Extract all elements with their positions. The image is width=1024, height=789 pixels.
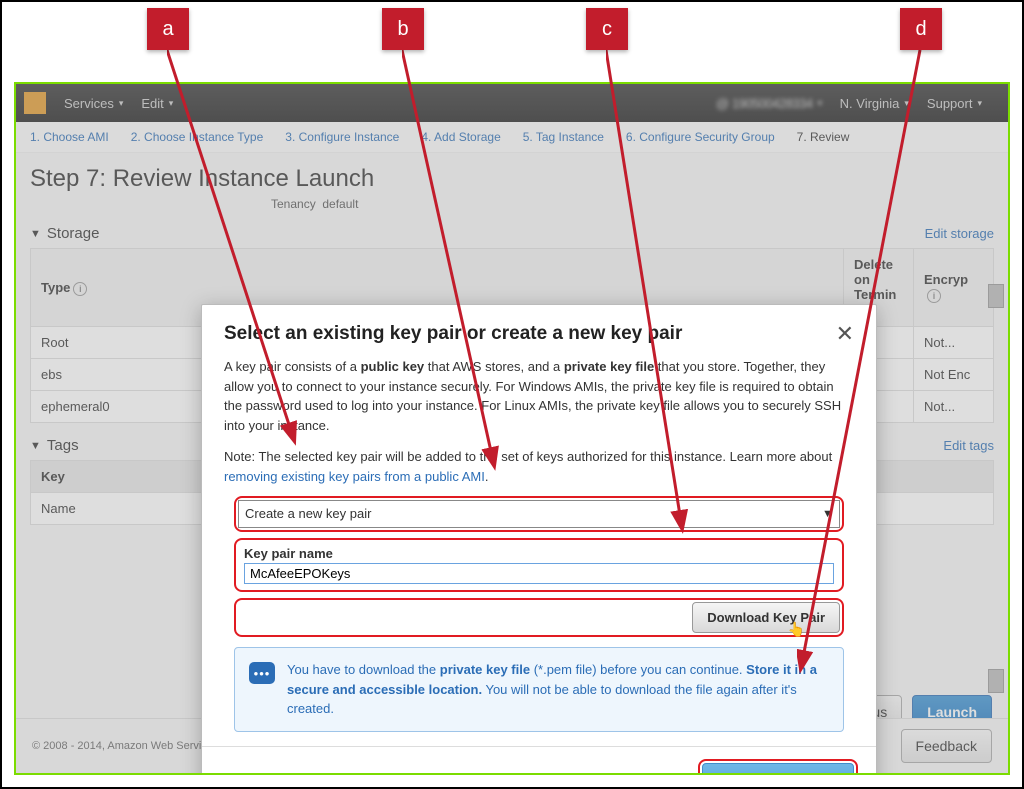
wizard-step-4[interactable]: 4. Add Storage	[421, 130, 500, 144]
cancel-link[interactable]: Cancel	[638, 772, 682, 776]
info-icon[interactable]: i	[73, 282, 87, 296]
wizard-step-2[interactable]: 2. Choose Instance Type	[131, 130, 264, 144]
cursor-icon: 👆	[788, 621, 805, 638]
edit-menu[interactable]: Edit▾	[141, 96, 173, 111]
feedback-button[interactable]: Feedback	[901, 729, 992, 763]
modal-title: Select an existing key pair or create a …	[224, 323, 682, 345]
wizard-step-7[interactable]: 7. Review	[797, 130, 850, 144]
annotation-marker-a: a	[147, 8, 189, 50]
wizard-step-6[interactable]: 6. Configure Security Group	[626, 130, 775, 144]
info-icon[interactable]: i	[927, 289, 941, 303]
global-nav: Services▾ Edit▾ @ 190500428334▾ N. Virgi…	[16, 84, 1008, 122]
dropdown-value: Create a new key pair	[245, 504, 371, 524]
edit-storage-link[interactable]: Edit storage	[925, 226, 994, 241]
annotation-marker-b: b	[382, 8, 424, 50]
region-menu[interactable]: N. Virginia▾	[840, 96, 909, 111]
aws-logo-icon[interactable]	[24, 92, 46, 114]
keypair-mode-dropdown[interactable]: Create a new key pair ▼	[238, 500, 840, 528]
modal-note: Note: The selected key pair will be adde…	[224, 447, 854, 486]
wizard-step-5[interactable]: 5. Tag Instance	[523, 130, 604, 144]
col-encrypt: Encrypi	[914, 249, 994, 327]
keypair-name-input[interactable]	[244, 563, 834, 584]
vertical-scrollbar[interactable]	[988, 284, 1004, 693]
download-warning-info: ••• You have to download the private key…	[234, 647, 844, 732]
launch-instances-button[interactable]: Launch Instances	[702, 763, 854, 776]
modal-description: A key pair consists of a public key that…	[224, 357, 854, 435]
chevron-down-icon: ▼	[822, 506, 833, 523]
chat-bubble-icon: •••	[249, 662, 275, 684]
wizard-steps: 1. Choose AMI 2. Choose Instance Type 3.…	[16, 122, 1008, 153]
close-icon[interactable]: ✕	[836, 321, 854, 347]
page-title: Step 7: Review Instance Launch	[16, 153, 1008, 197]
storage-heading[interactable]: ▼Storage	[30, 225, 99, 242]
annotation-marker-d: d	[900, 8, 942, 50]
edit-tags-link[interactable]: Edit tags	[943, 438, 994, 453]
keypair-modal: Select an existing key pair or create a …	[201, 304, 877, 775]
annotation-marker-c: c	[586, 8, 628, 50]
download-keypair-button[interactable]: Download Key Pair 👆	[692, 602, 840, 633]
wizard-step-1[interactable]: 1. Choose AMI	[30, 130, 109, 144]
wizard-step-3[interactable]: 3. Configure Instance	[285, 130, 399, 144]
keypair-name-label: Key pair name	[244, 544, 834, 564]
account-menu[interactable]: @ 190500428334▾	[716, 96, 822, 111]
remove-keypairs-link[interactable]: removing existing key pairs from a publi…	[224, 469, 485, 484]
support-menu[interactable]: Support▾	[927, 96, 982, 111]
tags-heading[interactable]: ▼Tags	[30, 437, 79, 454]
tenancy-row: Tenancy default	[271, 197, 1008, 211]
services-menu[interactable]: Services▾	[64, 96, 123, 111]
